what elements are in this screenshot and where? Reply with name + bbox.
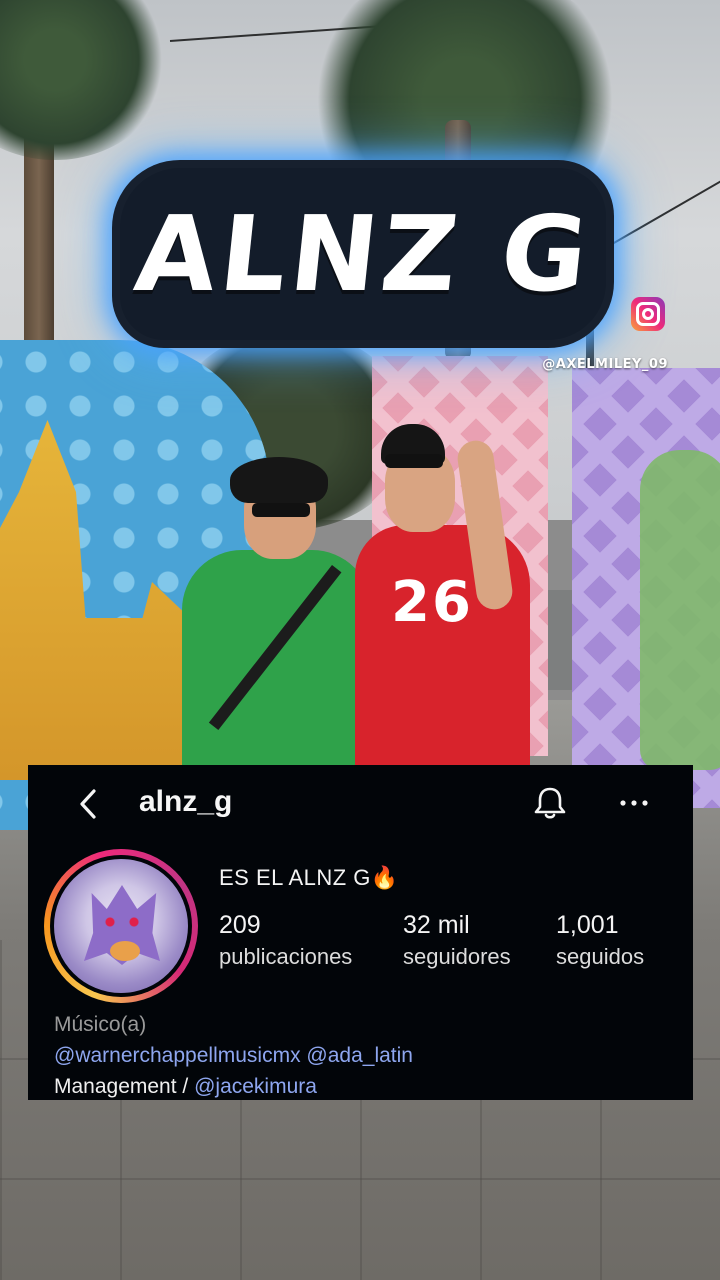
management-label: Management / — [54, 1075, 195, 1098]
ghost-food — [110, 941, 140, 961]
mention-link[interactable]: @warnerchappellmusicmx — [54, 1044, 301, 1067]
chevron-left-icon[interactable] — [74, 787, 104, 821]
person-red-jersey: 26 — [355, 420, 545, 775]
green-figure-mural — [640, 450, 720, 770]
followers-count: 32 mil — [403, 911, 470, 939]
mention-link[interactable]: @ada_latin — [306, 1044, 413, 1067]
bucket-hat — [230, 457, 328, 503]
followers-label: seguidores — [403, 944, 511, 969]
person-green-shirt — [182, 455, 372, 775]
posts-count: 209 — [219, 911, 261, 939]
profile-username: alnz_g — [139, 785, 233, 818]
profile-bio: Músico(a) @warnerchappellmusicmx @ada_la… — [54, 1009, 413, 1102]
instagram-icon — [631, 297, 665, 331]
avatar — [54, 859, 188, 993]
bio-management-line: Management / @jacekimura — [54, 1071, 413, 1102]
stat-posts[interactable]: 209 publicaciones — [219, 911, 352, 970]
following-label: seguidos — [556, 944, 645, 969]
title-banner: ALNZ G — [120, 168, 606, 340]
bio-category: Músico(a) — [54, 1013, 147, 1036]
bio-mentions-line: @warnerchappellmusicmx @ada_latin — [54, 1040, 413, 1071]
green-shirt — [182, 550, 372, 775]
stat-followers[interactable]: 32 mil seguidores — [403, 911, 511, 970]
profile-header: alnz_g — [28, 765, 693, 841]
watermark-handle: @AXELMILEY_09 — [542, 357, 668, 372]
following-count: 1,001 — [556, 911, 619, 939]
sunglasses — [385, 454, 443, 468]
posts-label: publicaciones — [219, 944, 353, 969]
ghost-eyes — [102, 917, 142, 927]
overlay-title: ALNZ G — [129, 193, 597, 315]
stat-following[interactable]: 1,001 seguidos — [556, 911, 644, 970]
bell-icon[interactable] — [533, 785, 567, 821]
jersey-number: 26 — [391, 570, 473, 635]
mention-link[interactable]: @jacekimura — [194, 1075, 317, 1098]
profile-card: alnz_g ES EL ALNZ G🔥 209 publicaciones 3… — [28, 765, 693, 1100]
avatar-story-ring[interactable] — [44, 849, 198, 1003]
profile-display-name: ES EL ALNZ G🔥 — [219, 865, 399, 890]
sunglasses — [252, 503, 310, 517]
more-horizontal-icon[interactable] — [619, 791, 649, 815]
